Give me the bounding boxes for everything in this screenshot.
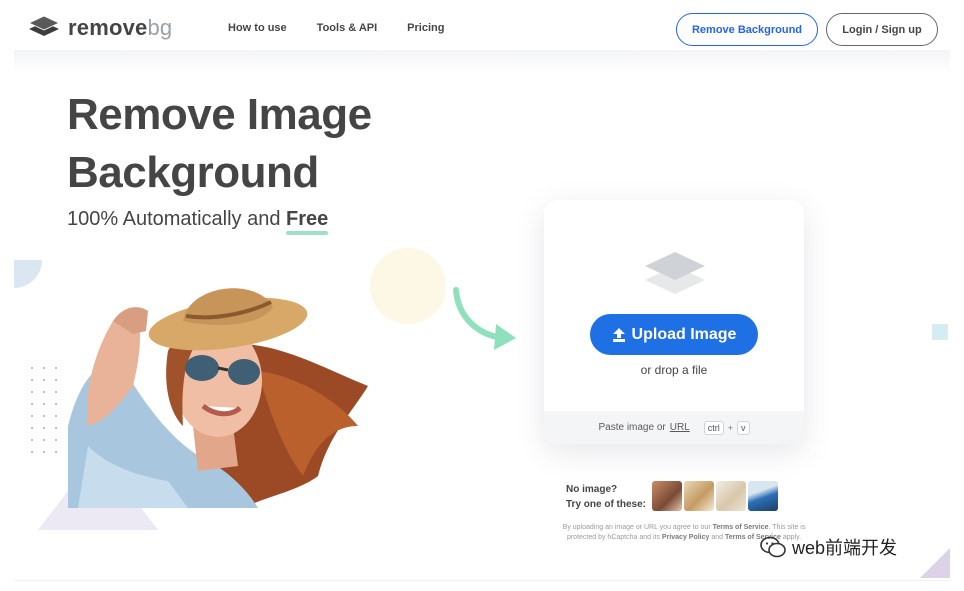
header-divider xyxy=(14,50,950,74)
logo[interactable]: removebg xyxy=(28,14,172,42)
hero-subtitle: 100% Automatically and Free xyxy=(67,208,328,231)
paste-text: Paste image or xyxy=(598,422,666,433)
card-layers-icon xyxy=(645,252,705,294)
sample-prompt-line1: No image? xyxy=(566,484,618,495)
logo-text: removebg xyxy=(68,15,172,41)
kbd-ctrl: ctrl xyxy=(703,420,724,435)
upload-card[interactable]: Upload Image or drop a file Paste image … xyxy=(544,200,804,444)
legal-part1: By uploading an image or URL you agree t… xyxy=(562,524,711,531)
wechat-icon xyxy=(760,536,786,558)
hero-person-image xyxy=(68,288,368,508)
decor-square xyxy=(932,324,948,340)
drop-file-text: or drop a file xyxy=(640,363,708,377)
hero-title-line1: Remove Image xyxy=(67,90,372,139)
kbd-v: v xyxy=(737,420,750,435)
legal-privacy-link[interactable]: Privacy Policy xyxy=(662,534,709,541)
page: removebg How to use Tools & API Pricing … xyxy=(0,0,964,591)
hero-subtitle-prefix: 100% Automatically and xyxy=(67,208,287,230)
sample-thumbnails xyxy=(652,481,778,511)
upload-image-button[interactable]: Upload Image xyxy=(590,314,758,355)
decor-yellow-circle xyxy=(370,248,446,324)
logo-text-main: remove xyxy=(68,15,148,40)
legal-terms-link[interactable]: Terms of Service xyxy=(713,524,769,531)
upload-arrow-icon xyxy=(612,327,625,342)
header: removebg How to use Tools & API Pricing … xyxy=(0,0,964,56)
login-signup-button[interactable]: Login / Sign up xyxy=(826,13,938,46)
sample-prompt: No image? Try one of these: xyxy=(566,482,646,512)
logo-layers-icon xyxy=(28,15,60,36)
sample-prompt-line2: Try one of these: xyxy=(566,499,647,510)
remove-background-button[interactable]: Remove Background xyxy=(676,13,818,46)
bottom-divider xyxy=(14,580,950,581)
curved-arrow-icon xyxy=(453,287,516,350)
upload-image-label: Upload Image xyxy=(631,325,737,343)
sample-thumb-dog[interactable] xyxy=(684,481,714,511)
nav-how-to-use[interactable]: How to use xyxy=(228,22,287,34)
legal-part3: and xyxy=(711,534,724,541)
hero-title-line2: Background xyxy=(67,148,319,197)
sample-thumb-product[interactable] xyxy=(716,481,746,511)
nav-pricing[interactable]: Pricing xyxy=(407,22,444,34)
paste-url-link[interactable]: URL xyxy=(670,422,690,433)
decor-corner-triangle xyxy=(920,548,950,578)
watermark: web前端开发 xyxy=(760,534,897,560)
sample-thumb-car[interactable] xyxy=(748,481,778,511)
main-nav: How to use Tools & API Pricing xyxy=(228,22,444,34)
sample-thumb-person[interactable] xyxy=(652,481,682,511)
watermark-text: web前端开发 xyxy=(792,538,898,558)
paste-bar: Paste image or URL ctrl + v xyxy=(544,411,804,444)
logo-text-bg: bg xyxy=(147,15,173,40)
decor-dot-grid xyxy=(26,362,66,458)
nav-tools-api[interactable]: Tools & API xyxy=(317,22,378,34)
kbd-plus: + xyxy=(727,422,734,433)
hero-title: Remove Image Background xyxy=(67,86,372,202)
decor-quarter-circle xyxy=(14,260,42,288)
hero-subtitle-free: Free xyxy=(286,208,329,230)
